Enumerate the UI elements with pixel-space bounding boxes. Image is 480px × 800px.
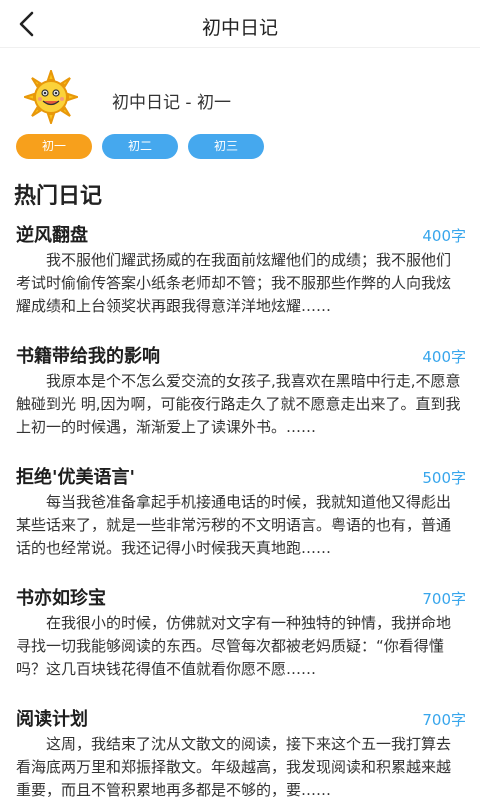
sun-mascot-icon bbox=[24, 70, 78, 124]
section-title: 热门日记 bbox=[14, 184, 103, 209]
diary-entry[interactable]: 拒绝'优美语言' 500字 每当我爸准备拿起手机接通电话的时候，我就知道他又得彪… bbox=[0, 463, 480, 563]
entry-excerpt: 我不服他们耀武扬威的在我面前炫耀他们的成绩；我不服他们考试时偷偷传答案小纸条老师… bbox=[16, 251, 452, 315]
entry-title: 逆风翻盘 bbox=[16, 225, 88, 246]
entry-word-count: 700字 bbox=[422, 590, 466, 608]
diary-entry[interactable]: 逆风翻盘 400字 我不服他们耀武扬威的在我面前炫耀他们的成绩；我不服他们考试时… bbox=[0, 221, 480, 321]
entry-excerpt: 在我很小的时候，仿佛就对文字有一种独特的钟情，我拼命地寻找一切我能够阅读的东西。… bbox=[16, 614, 452, 678]
chip-grade-3[interactable]: 初三 bbox=[188, 134, 264, 159]
chip-grade-1[interactable]: 初一 bbox=[16, 134, 92, 159]
entry-word-count: 700字 bbox=[422, 711, 466, 729]
entry-excerpt: 我原本是个不怎么爱交流的女孩子,我喜欢在黑暗中行走,不愿意触碰到光 明,因为啊，… bbox=[16, 372, 461, 436]
grade-header: 初中日记 - 初一 bbox=[0, 66, 480, 130]
entry-title: 拒绝'优美语言' bbox=[16, 467, 136, 488]
entry-word-count: 500字 bbox=[422, 469, 466, 487]
entry-word-count: 400字 bbox=[422, 227, 466, 245]
entry-title: 书籍带给我的影响 bbox=[16, 346, 160, 367]
chip-grade-2[interactable]: 初二 bbox=[102, 134, 178, 159]
grade-title: 初中日记 - 初一 bbox=[112, 93, 231, 113]
diary-entry[interactable]: 阅读计划 700字 这周，我结束了沈从文散文的阅读，接下来这个五一我打算去看海底… bbox=[0, 705, 480, 800]
entry-title: 阅读计划 bbox=[16, 709, 88, 730]
diary-entry[interactable]: 书籍带给我的影响 400字 我原本是个不怎么爱交流的女孩子,我喜欢在黑暗中行走,… bbox=[0, 342, 480, 442]
diary-entry[interactable]: 书亦如珍宝 700字 在我很小的时候，仿佛就对文字有一种独特的钟情，我拼命地寻找… bbox=[0, 584, 480, 684]
entry-excerpt: 这周，我结束了沈从文散文的阅读，接下来这个五一我打算去看海底两万里和郑振择散文。… bbox=[16, 735, 452, 799]
entry-excerpt: 每当我爸准备拿起手机接通电话的时候，我就知道他又得彪出某些话来了，就是一些非常污… bbox=[16, 493, 452, 557]
top-bar: 初中日记 bbox=[0, 0, 480, 48]
entry-title: 书亦如珍宝 bbox=[16, 588, 106, 609]
page-title: 初中日记 bbox=[201, 17, 278, 39]
entry-word-count: 400字 bbox=[422, 348, 466, 366]
